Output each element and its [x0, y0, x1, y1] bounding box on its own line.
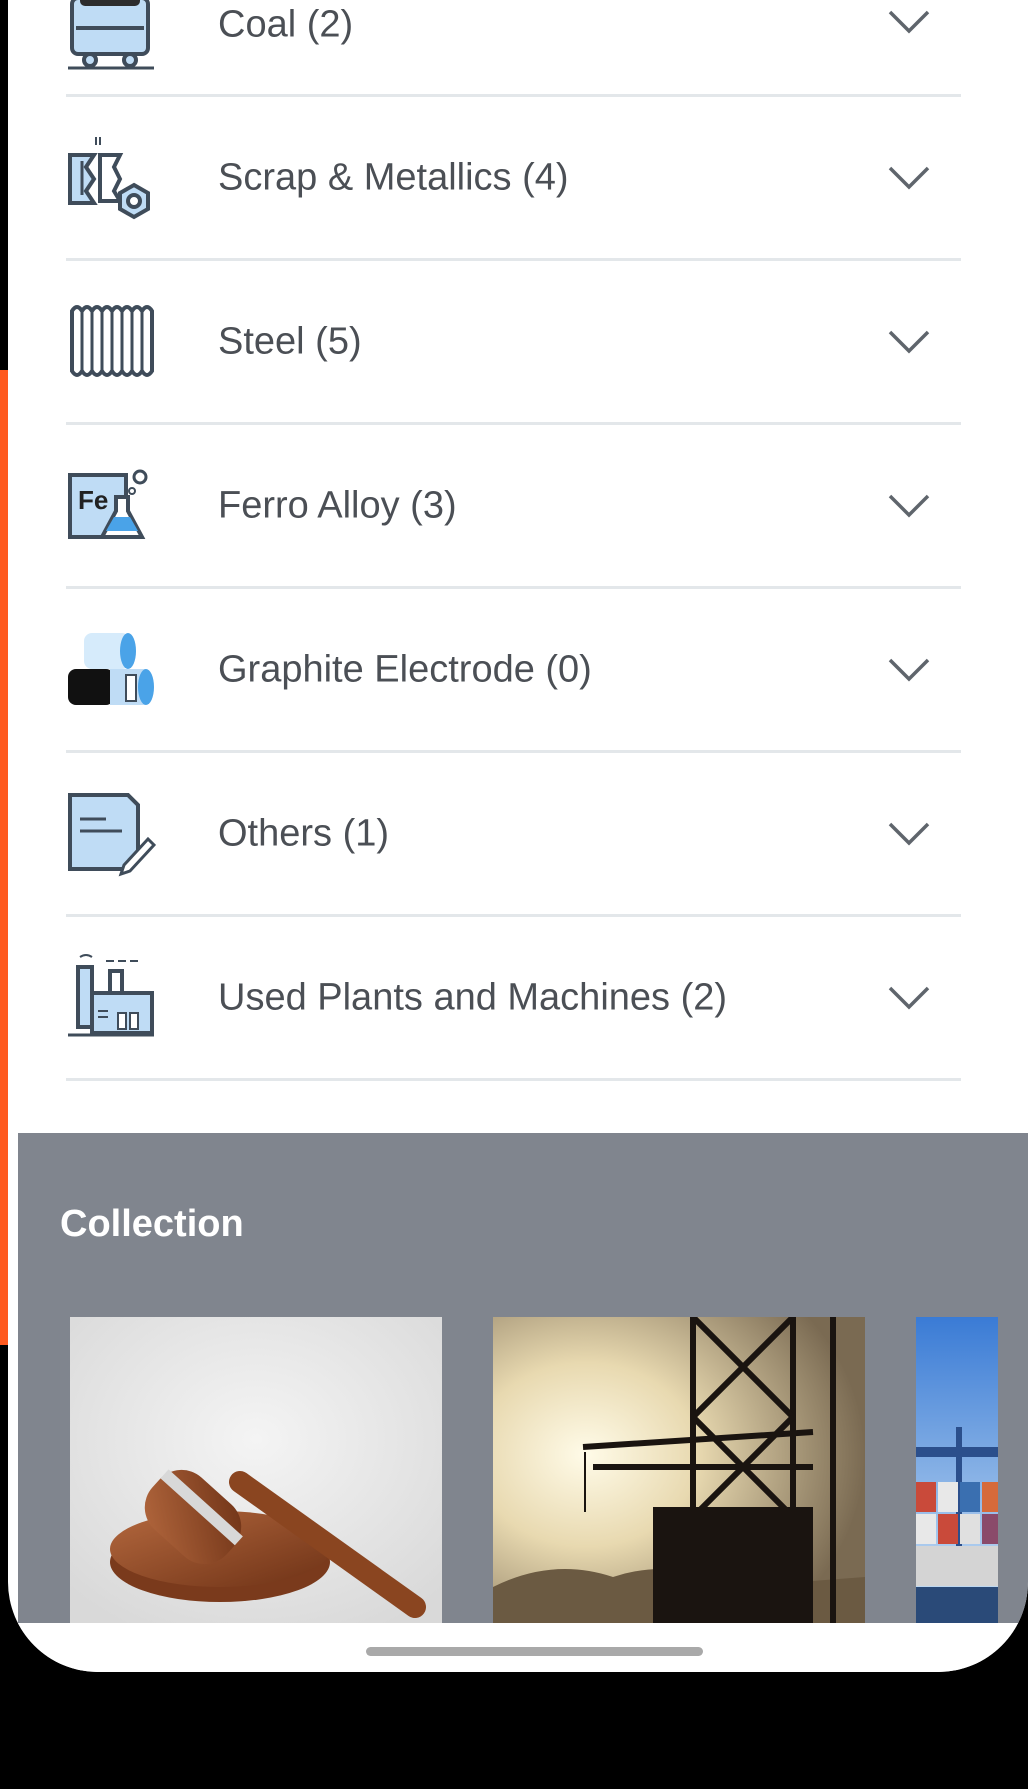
ferro-alloy-flask-icon: Fe — [68, 469, 148, 539]
industrial-crane-image — [493, 1317, 865, 1623]
scrap-metallics-icon — [68, 136, 150, 219]
bottom-bar — [18, 1623, 1028, 1672]
chevron-down-icon[interactable] — [887, 9, 931, 35]
category-row-coal[interactable]: Coal (2) — [66, 0, 961, 97]
chevron-down-icon[interactable] — [887, 657, 931, 683]
category-row-used-plants[interactable]: Used Plants and Machines (2) — [66, 917, 961, 1081]
coal-cart-icon — [68, 0, 154, 70]
collection-card-shipping[interactable] — [916, 1317, 998, 1623]
factory-icon — [68, 953, 154, 1036]
app-screen: Coal (2) Scrap & Metallics (4) Steel (5)… — [8, 0, 1028, 1672]
chevron-down-icon[interactable] — [887, 329, 931, 355]
fe-symbol-text: Fe — [78, 485, 108, 515]
auction-gavel-image — [70, 1317, 442, 1623]
category-row-ferro-alloy[interactable]: Fe Ferro Alloy (3) — [66, 425, 961, 589]
chevron-down-icon[interactable] — [887, 821, 931, 847]
category-label-steel: Steel (5) — [218, 320, 362, 362]
home-indicator[interactable] — [366, 1647, 703, 1656]
chevron-down-icon[interactable] — [887, 985, 931, 1011]
category-list: Coal (2) Scrap & Metallics (4) Steel (5)… — [66, 0, 961, 1081]
category-label-coal: Coal (2) — [218, 3, 354, 46]
collection-section: Collection — [18, 1133, 1028, 1623]
collection-title: Collection — [60, 1203, 244, 1245]
category-label-used-plants: Used Plants and Machines (2) — [218, 976, 728, 1018]
category-label-scrap-metallics: Scrap & Metallics (4) — [218, 156, 569, 198]
category-row-scrap-metallics[interactable]: Scrap & Metallics (4) — [66, 97, 961, 261]
category-label-ferro-alloy: Ferro Alloy (3) — [218, 484, 457, 526]
category-row-graphite-electrode[interactable]: Graphite Electrode (0) — [66, 589, 961, 753]
category-label-graphite-electrode: Graphite Electrode (0) — [218, 648, 592, 690]
shipping-containers-image — [916, 1317, 998, 1623]
category-row-steel[interactable]: Steel (5) — [66, 261, 961, 425]
document-pencil-icon — [68, 792, 156, 876]
graphite-electrode-icon — [68, 632, 154, 705]
collection-card-auction[interactable] — [70, 1317, 442, 1623]
chevron-down-icon[interactable] — [887, 493, 931, 519]
chevron-down-icon[interactable] — [887, 165, 931, 191]
category-row-others[interactable]: Others (1) — [66, 753, 961, 917]
collection-card-industrial[interactable] — [493, 1317, 865, 1623]
category-label-others: Others (1) — [218, 812, 390, 854]
steel-sheet-icon — [70, 304, 154, 377]
